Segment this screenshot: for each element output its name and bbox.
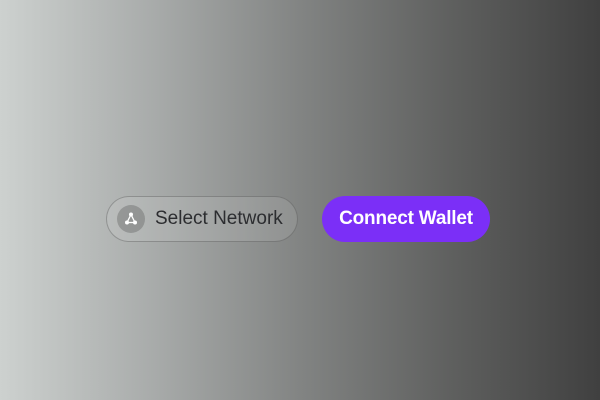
wallet-toolbar: Select Network Connect Wallet — [106, 196, 490, 242]
select-network-label: Select Network — [155, 208, 283, 229]
connect-wallet-button[interactable]: Connect Wallet — [322, 196, 490, 242]
page-background: Select Network Connect Wallet — [0, 0, 600, 400]
network-nodes-icon — [117, 205, 145, 233]
select-network-button[interactable]: Select Network — [106, 196, 298, 242]
connect-wallet-label: Connect Wallet — [339, 208, 473, 229]
